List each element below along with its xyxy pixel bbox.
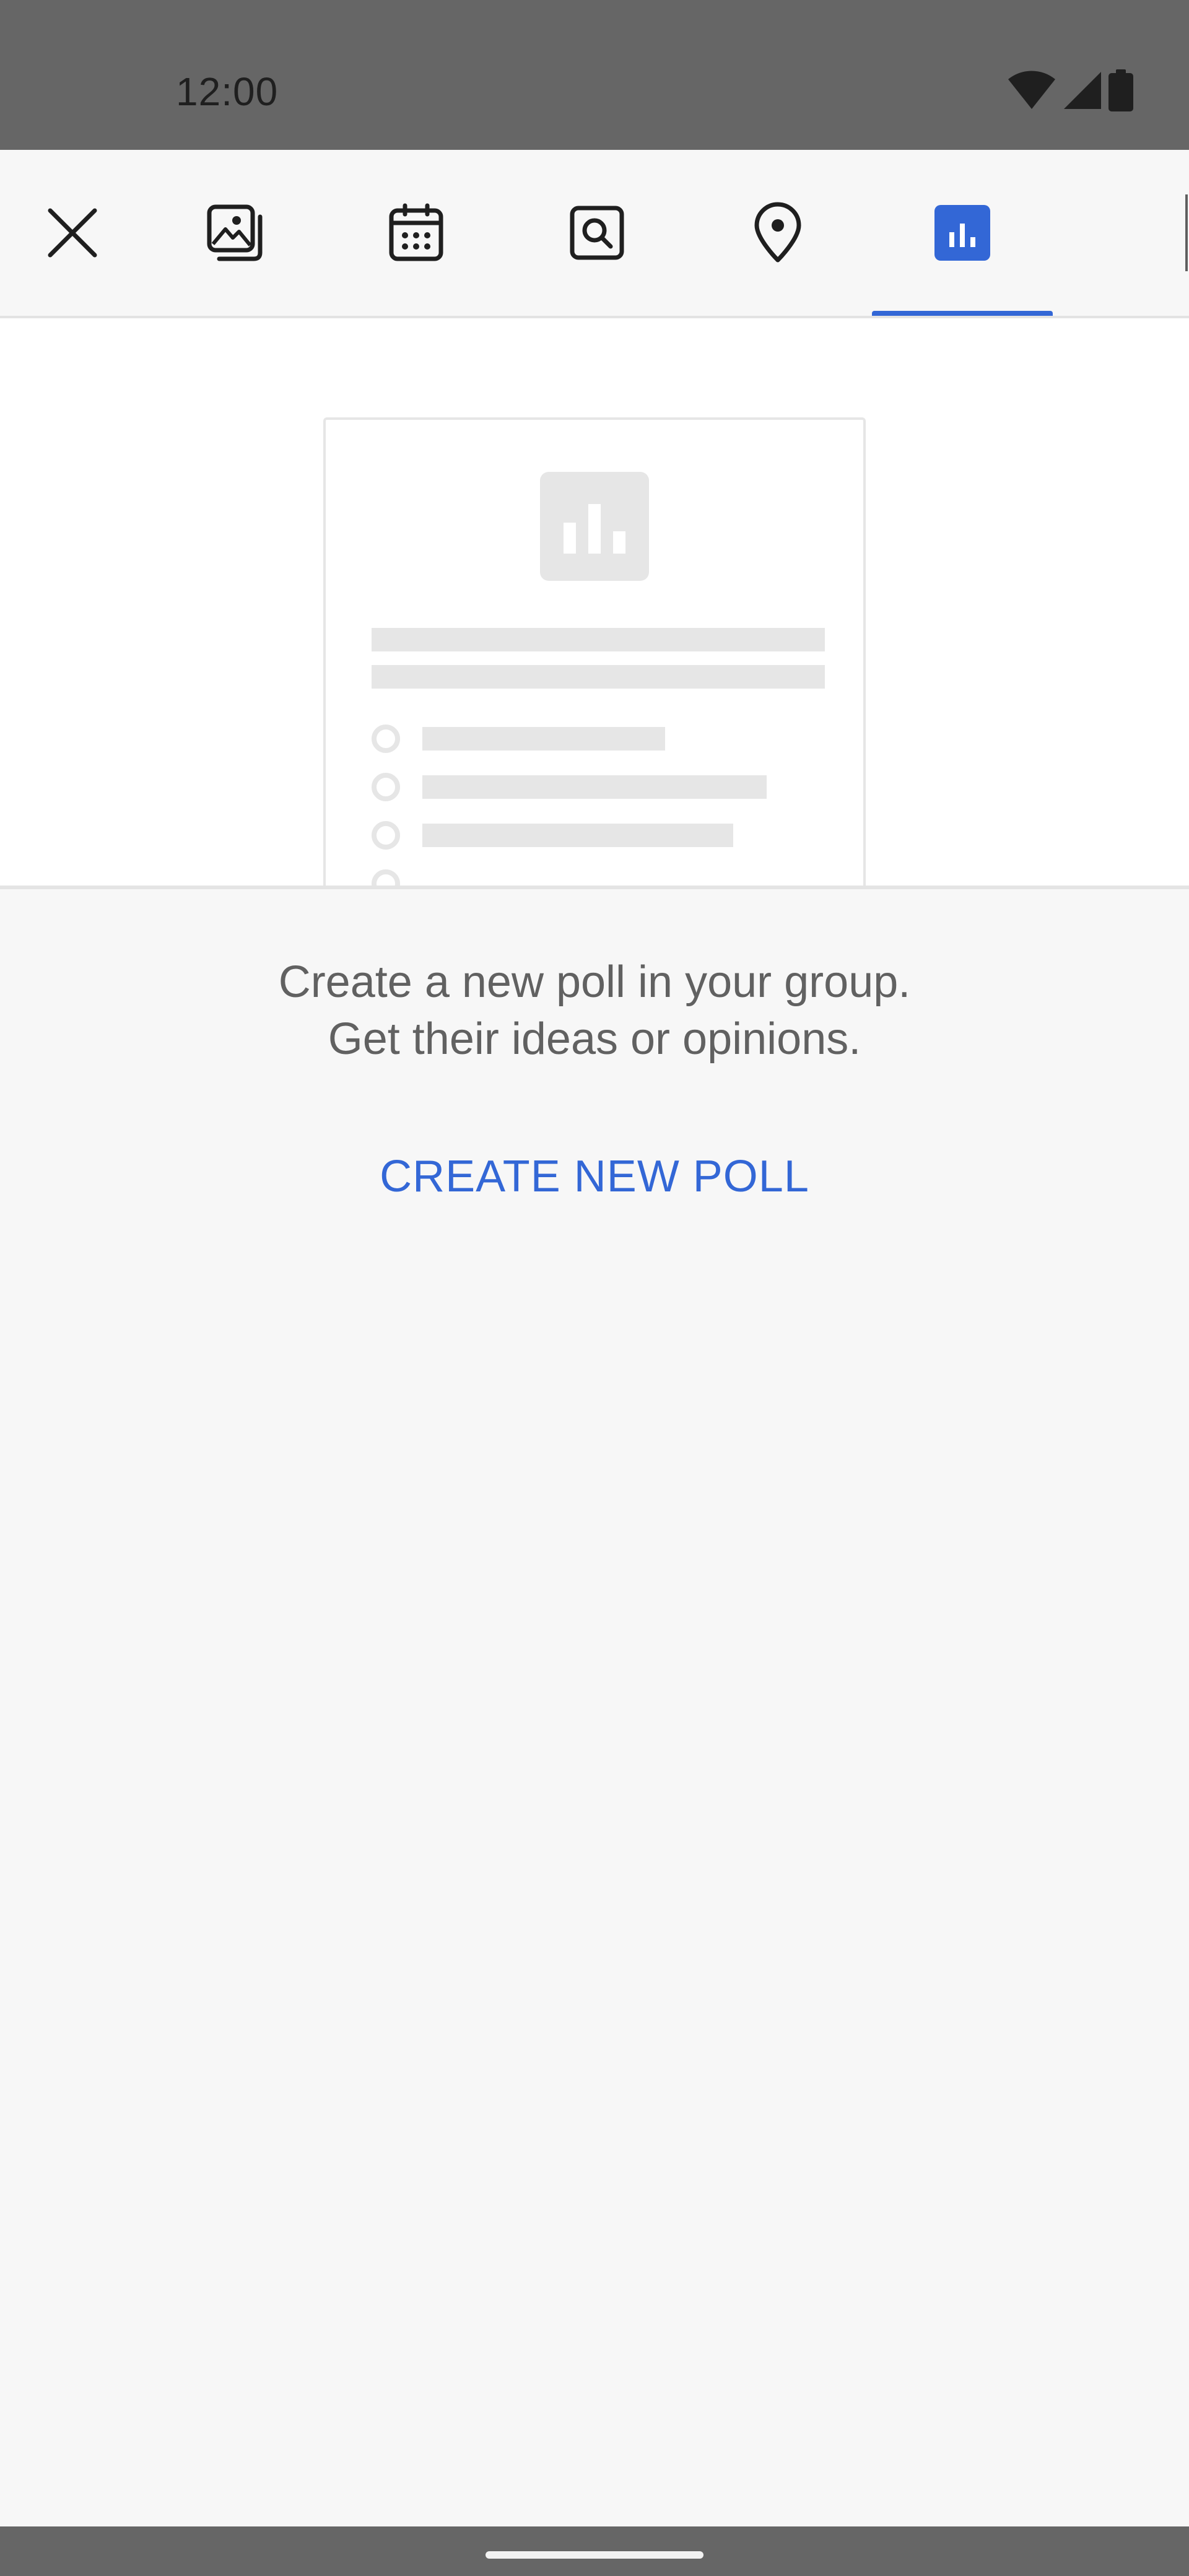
poll-preview-area — [0, 318, 1189, 886]
close-button[interactable] — [0, 150, 145, 316]
location-pin-icon — [752, 202, 804, 264]
placeholder-option-line — [422, 824, 733, 847]
wifi-icon — [1007, 71, 1056, 113]
event-button[interactable] — [326, 150, 507, 316]
illustration-bar — [564, 523, 576, 554]
image-search-icon — [568, 204, 625, 261]
placeholder-radio — [372, 869, 400, 886]
calendar-icon — [388, 203, 445, 263]
illustration-bar — [613, 531, 625, 554]
gallery-button[interactable] — [145, 150, 326, 316]
placeholder-radio — [372, 773, 400, 801]
poll-description: Create a new poll in your group. Get the… — [0, 954, 1189, 1068]
placeholder-option-line — [422, 727, 665, 751]
attachment-toolbar — [0, 150, 1189, 318]
create-new-poll-button[interactable]: CREATE NEW POLL — [347, 1139, 842, 1214]
placeholder-radio — [372, 821, 400, 850]
poll-button[interactable] — [872, 150, 1053, 316]
toolbar-scroll-edge — [1185, 194, 1188, 271]
description-line-2: Get their ideas or opinions. — [328, 1014, 861, 1064]
battery-icon — [1108, 69, 1133, 115]
poll-chart-icon — [934, 205, 990, 261]
home-gesture-handle[interactable] — [486, 2551, 703, 2559]
placeholder-option-line — [422, 775, 767, 799]
image-search-button[interactable] — [507, 150, 687, 316]
close-icon — [46, 207, 98, 259]
poll-illustration-icon — [540, 472, 649, 581]
location-button[interactable] — [687, 150, 868, 316]
status-icons — [1007, 67, 1133, 116]
description-line-1: Create a new poll in your group. — [278, 957, 911, 1007]
placeholder-radio — [372, 724, 400, 753]
selected-tab-indicator — [872, 311, 1053, 316]
cellular-signal-icon — [1063, 71, 1102, 113]
illustration-bar — [588, 504, 601, 554]
status-bar: 12:00 — [0, 0, 1189, 150]
navigation-bar — [0, 2526, 1189, 2576]
sheet-divider — [0, 886, 1189, 889]
status-time: 12:00 — [176, 69, 279, 114]
placeholder-line — [372, 665, 825, 689]
placeholder-line — [372, 628, 825, 651]
image-gallery-icon — [206, 203, 265, 263]
poll-illustration-card — [323, 417, 866, 886]
